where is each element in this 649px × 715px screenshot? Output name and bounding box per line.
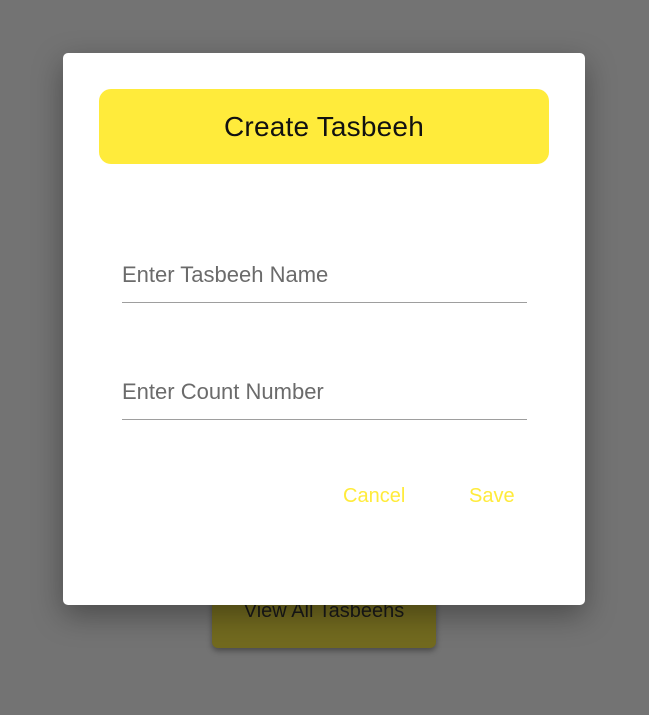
tasbeeh-name-field — [122, 239, 527, 303]
cancel-button[interactable]: Cancel — [343, 481, 405, 511]
tasbeeh-name-input[interactable] — [122, 262, 527, 288]
dialog-actions: Cancel Save — [63, 481, 585, 511]
dialog-title: Create Tasbeeh — [224, 110, 424, 142]
save-button[interactable]: Save — [469, 481, 515, 511]
count-number-input[interactable] — [122, 379, 527, 405]
dialog-header: Create Tasbeeh — [99, 89, 549, 164]
create-tasbeeh-dialog: Create Tasbeeh Cancel Save — [63, 53, 585, 605]
count-number-field — [122, 356, 527, 420]
